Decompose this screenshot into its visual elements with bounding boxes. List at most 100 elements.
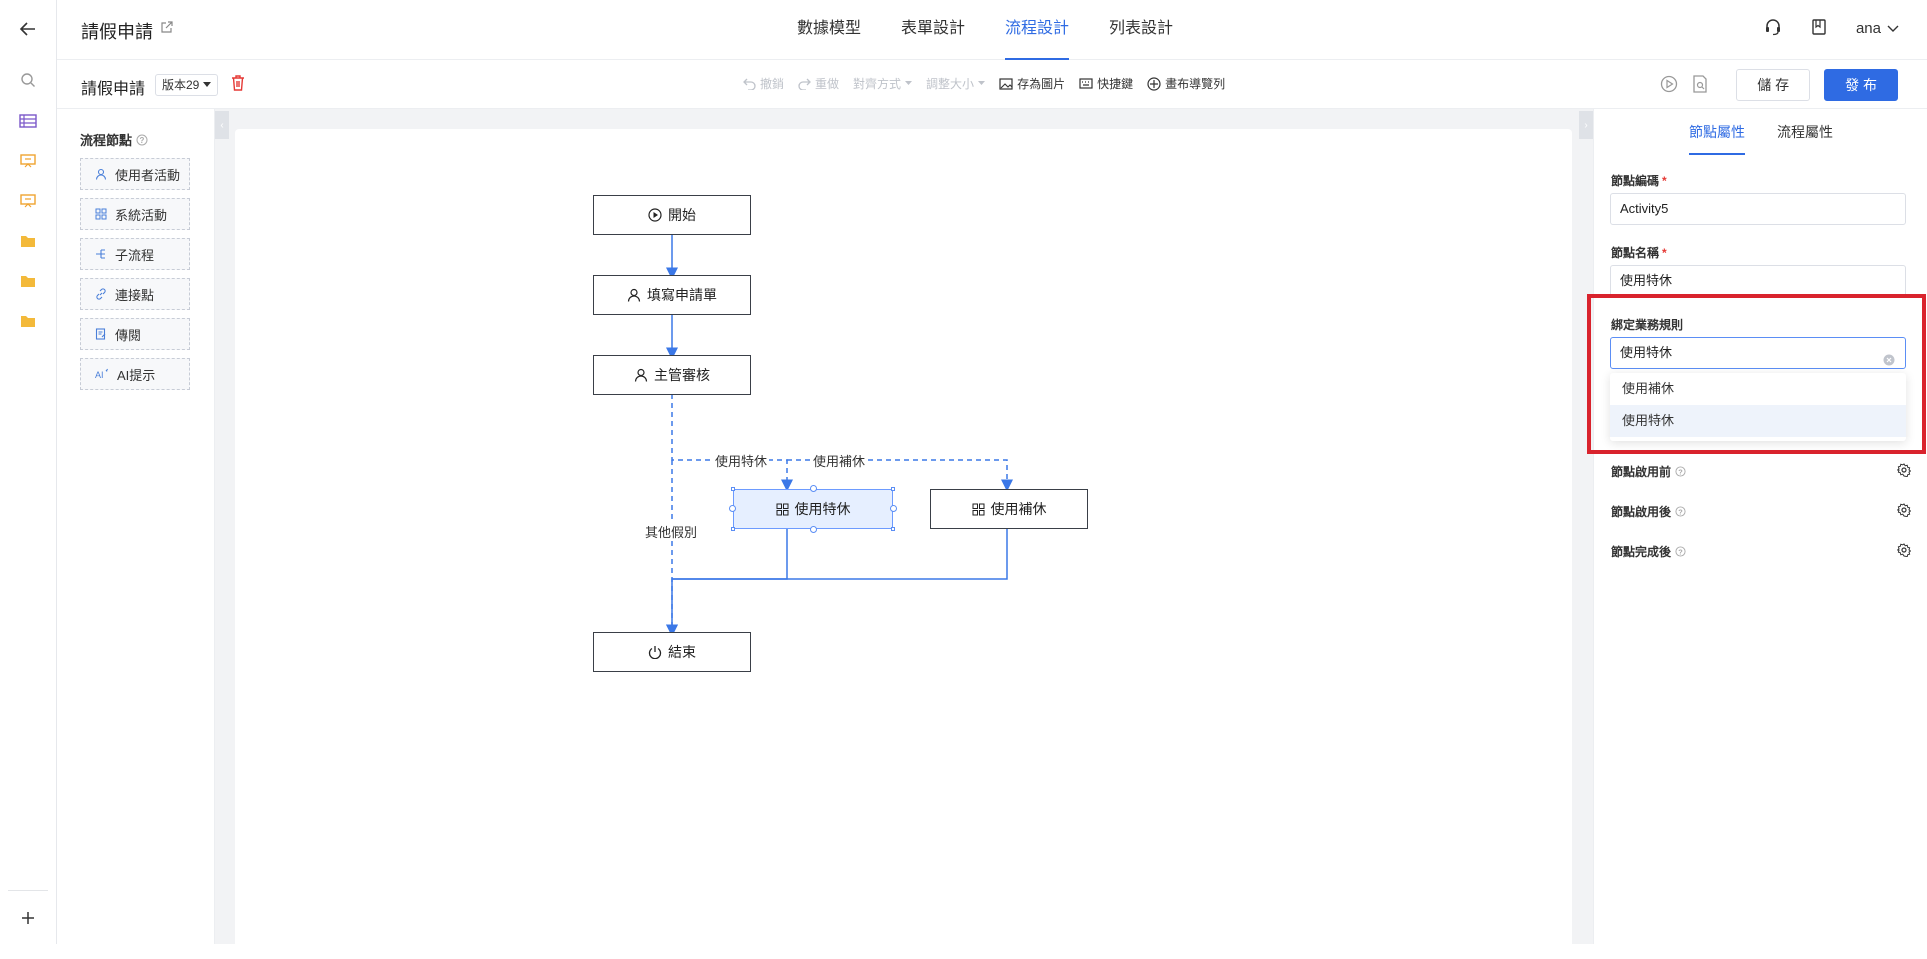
canvas-tools: 撤銷 重做 對齊方式 調整大小 存為圖片 快捷鍵 畫布導覽列 — [743, 75, 1225, 92]
canvas-nav-button[interactable]: 畫布導覽列 — [1147, 75, 1225, 92]
link-icon — [96, 288, 106, 300]
edge-label-other[interactable]: 其他假別 — [643, 522, 700, 541]
folder-icon[interactable] — [18, 271, 38, 291]
business-rule-value: 使用特休 — [1620, 345, 1673, 360]
svg-text:AI: AI — [95, 370, 104, 380]
node-palette: 流程節點 ? 使用者活動 系統活動 子流程 連接點 傳閱 AI AI提示 — [57, 109, 215, 944]
delete-icon[interactable] — [231, 75, 245, 94]
grid-icon — [95, 208, 107, 220]
palette-item-subflow[interactable]: 子流程 — [80, 238, 190, 270]
tab-node-properties[interactable]: 節點屬性 — [1689, 109, 1745, 155]
redo-button[interactable]: 重做 — [798, 75, 839, 92]
dropdown-option[interactable]: 使用補休 — [1610, 373, 1906, 405]
circulate-icon — [95, 328, 106, 340]
user-menu[interactable]: ana — [1856, 20, 1899, 37]
tab-flow-design[interactable]: 流程設計 — [1005, 0, 1070, 60]
folder-icon[interactable] — [18, 231, 38, 251]
corner-handle[interactable] — [891, 527, 895, 531]
business-rule-dropdown: 使用補休 使用特休 — [1610, 373, 1906, 441]
palette-title: 流程節點 ? — [80, 130, 148, 149]
corner-handle[interactable] — [731, 487, 735, 491]
left-rail — [0, 0, 57, 944]
folder-icon[interactable] — [18, 311, 38, 331]
flow-canvas[interactable]: 使用特休 使用補休 其他假別 開始 填寫申請單 主管審核 使用特休 使用補休 結… — [235, 129, 1572, 959]
gear-icon[interactable] — [1896, 542, 1912, 560]
gear-icon[interactable] — [1896, 462, 1912, 480]
resize-dropdown[interactable]: 調整大小 — [926, 75, 986, 92]
save-button[interactable]: 儲 存 — [1736, 69, 1811, 101]
table-icon[interactable] — [18, 111, 38, 131]
help-icon: ? — [1675, 505, 1686, 517]
resize-handle[interactable] — [729, 505, 736, 512]
publish-button[interactable]: 發 布 — [1824, 69, 1898, 101]
tab-form-design[interactable]: 表單設計 — [901, 0, 965, 60]
palette-item-connector[interactable]: 連接點 — [80, 278, 190, 310]
grid-icon — [972, 503, 984, 515]
corner-handle[interactable] — [731, 527, 735, 531]
caret-down-icon — [203, 82, 212, 87]
palette-item-ai-prompt[interactable]: AI AI提示 — [80, 358, 190, 390]
node-end[interactable]: 結束 — [593, 632, 751, 672]
book-icon[interactable] — [1812, 19, 1826, 38]
version-select[interactable]: 版本29 — [155, 74, 219, 96]
compass-icon — [1147, 76, 1161, 91]
resize-handle[interactable] — [810, 526, 817, 533]
collapse-right-icon[interactable]: › — [1579, 111, 1593, 139]
header-actions: ana — [1764, 18, 1899, 39]
play-circle-icon — [648, 208, 662, 222]
node-code-input[interactable]: Activity5 — [1610, 193, 1906, 225]
user-icon — [95, 168, 107, 180]
hook-after-enable: 節點啟用後 ? — [1611, 501, 1912, 521]
business-rule-select[interactable]: 使用特休 — [1610, 337, 1906, 369]
canvas-area: ‹ › 使用特休 使用補休 其他假別 開始 填寫申請單 主管審核 使用特休 使用… — [215, 109, 1593, 959]
document-search-icon[interactable] — [1692, 74, 1708, 96]
search-icon[interactable] — [18, 70, 38, 90]
align-dropdown[interactable]: 對齊方式 — [853, 75, 913, 92]
plus-icon[interactable] — [18, 908, 38, 928]
edge-review-special — [671, 394, 793, 492]
node-start[interactable]: 開始 — [593, 195, 751, 235]
node-fill-application[interactable]: 填寫申請單 — [593, 275, 751, 315]
image-icon — [999, 77, 1013, 90]
resize-handle[interactable] — [890, 505, 897, 512]
properties-tabs: 節點屬性 流程屬性 — [1594, 109, 1927, 155]
node-name-label: 節點名稱 * — [1611, 246, 1667, 260]
dropdown-option-selected[interactable]: 使用特休 — [1610, 405, 1906, 437]
ai-icon: AI — [95, 368, 108, 380]
support-icon[interactable] — [1764, 18, 1782, 39]
presentation-icon[interactable] — [18, 191, 38, 211]
node-code-label: 節點編碼 * — [1611, 174, 1667, 188]
back-arrow-icon[interactable] — [18, 19, 38, 39]
edge-comp-end — [666, 529, 1008, 637]
tab-list-design[interactable]: 列表設計 — [1109, 0, 1173, 60]
palette-item-system-activity[interactable]: 系統活動 — [80, 198, 190, 230]
presentation-icon[interactable] — [18, 151, 38, 171]
user-icon — [634, 368, 648, 382]
tab-data-model[interactable]: 數據模型 — [797, 0, 861, 60]
gear-icon[interactable] — [1896, 502, 1912, 520]
redo-icon — [798, 78, 811, 90]
node-name-input[interactable]: 使用特休 — [1610, 265, 1906, 297]
resize-handle[interactable] — [810, 485, 817, 492]
collapse-left-icon[interactable]: ‹ — [215, 111, 229, 139]
node-use-comp-leave[interactable]: 使用補休 — [930, 489, 1088, 529]
shortcuts-button[interactable]: 快捷鍵 — [1079, 75, 1133, 92]
external-link-icon[interactable] — [161, 20, 173, 36]
help-icon: ? — [136, 134, 148, 145]
user-icon — [627, 288, 641, 302]
save-image-button[interactable]: 存為圖片 — [999, 75, 1065, 92]
grid-icon — [776, 503, 788, 515]
palette-item-user-activity[interactable]: 使用者活動 — [80, 158, 190, 190]
help-icon: ? — [1675, 465, 1686, 477]
undo-button[interactable]: 撤銷 — [743, 75, 784, 92]
play-icon[interactable] — [1660, 75, 1678, 96]
tab-flow-properties[interactable]: 流程屬性 — [1777, 109, 1833, 155]
edge-label-special[interactable]: 使用特休 — [713, 451, 770, 470]
svg-text:?: ? — [140, 136, 145, 145]
node-manager-review[interactable]: 主管審核 — [593, 355, 751, 395]
palette-item-circulate[interactable]: 傳閱 — [80, 318, 190, 350]
edge-label-comp[interactable]: 使用補休 — [811, 451, 868, 470]
corner-handle[interactable] — [891, 487, 895, 491]
node-use-special-leave[interactable]: 使用特休 — [729, 485, 897, 533]
version-label: 版本29 — [162, 78, 200, 92]
